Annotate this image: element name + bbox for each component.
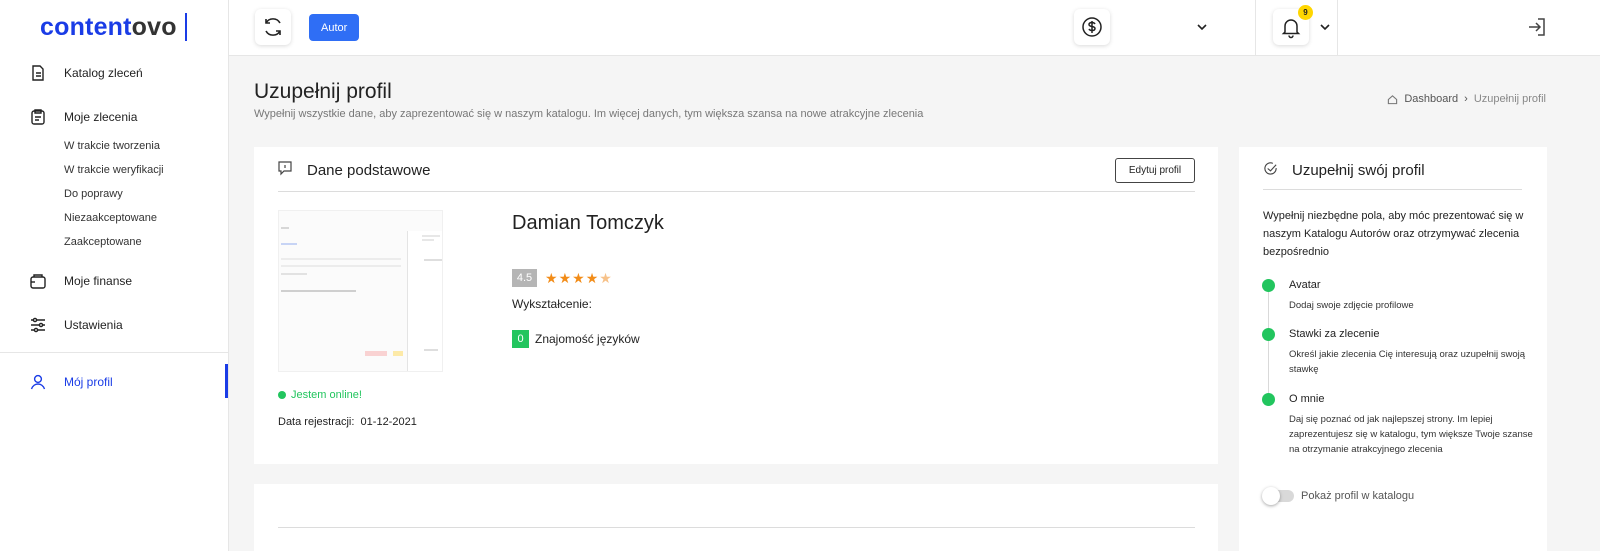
comment-icon [278,161,292,176]
logo[interactable]: content ovo [40,12,187,42]
topbar: Autor 9 [229,0,1600,56]
sidebar-item-ustawienia[interactable]: Ustawienia [0,313,229,337]
online-status-text: Jestem online! [291,389,362,401]
star-icon: ★ [558,270,573,286]
refresh-button[interactable] [255,9,291,45]
sidebar-item-label: Ustawienia [64,318,123,332]
show-in-catalog-label: Pokaż profil w katalogu [1301,490,1415,502]
breadcrumb-separator: › [1464,93,1468,105]
education-label: Wykształcenie: [512,297,592,311]
step-desc-rates: Określ jakie zlecenia Cię interesują ora… [1289,349,1526,375]
breadcrumb-current: Uzupełnij profil [1473,93,1546,105]
chevron-down-icon[interactable] [1319,22,1331,32]
rating-stars: ★★★★★ [545,270,613,287]
dollar-icon [1082,17,1102,37]
secondary-card [254,484,1218,551]
sidebar-subitem-niezaakceptowane[interactable]: Niezaakceptowane [64,212,157,224]
sidebar-subitem-w-trakcie-tworzenia[interactable]: W trakcie tworzenia [64,140,160,152]
topbar-separator [1255,0,1256,56]
online-status: Jestem online! [278,389,362,401]
sidebar-item-label: Moje finanse [64,274,133,288]
steps-timeline-line [1268,285,1269,400]
step-title-rates[interactable]: Stawki za zlecenie [1289,328,1380,340]
step-desc-about: Daj się poznać od jak najlepszej strony.… [1289,414,1533,455]
sidebar-item-label: Mój profil [64,375,113,389]
registration-label: Data rejestracji: [278,416,355,428]
sidebar-item-moje-finanse[interactable]: Moje finanse [0,269,229,293]
wallet-icon [30,274,46,289]
languages-count-badge: 0 [512,330,529,348]
finance-button[interactable] [1074,9,1110,45]
avatar[interactable] [278,210,443,372]
sidebar-item-label: Katalog zleceń [64,66,143,80]
sidebar-divider [0,352,228,353]
clipboard-icon [31,109,45,125]
step-title-avatar[interactable]: Avatar [1289,279,1321,291]
home-icon [1388,94,1398,104]
active-indicator [225,364,228,398]
edit-profile-button[interactable]: Edytuj profil [1115,158,1195,183]
breadcrumb: Dashboard › Uzupełnij profil [1387,93,1546,105]
step-status-dot-icon [1262,279,1275,292]
user-name: Damian Tomczyk [512,212,664,234]
role-badge[interactable]: Autor [309,14,360,41]
card-divider [278,191,1195,192]
logo-text-part2: ovo [131,12,177,41]
basic-info-title: Dane podstawowe [307,162,431,179]
star-icon: ★ [572,270,586,286]
star-half-icon: ★ [599,270,613,286]
sidebar-item-label: Moje zlecenia [64,110,138,124]
refresh-icon [265,18,281,36]
show-in-catalog-toggle[interactable] [1262,487,1294,505]
logo-bar [184,13,187,41]
card-divider [1263,189,1522,190]
star-icon: ★ [545,270,559,286]
notification-count-badge: 9 [1298,5,1313,20]
sidebar-item-katalog[interactable]: Katalog zleceń [0,61,229,85]
star-icon: ★ [585,270,600,286]
card-divider [278,527,1195,528]
registration-date: 01-12-2021 [360,416,417,428]
logout-icon[interactable] [1526,16,1548,38]
topbar-separator [1337,0,1338,56]
sidebar-item-moje-zlecenia[interactable]: Moje zlecenia [0,105,229,129]
chevron-down-icon[interactable] [1196,22,1208,32]
document-icon [32,65,44,81]
sidebar-subitem-do-poprawy[interactable]: Do poprawy [64,188,123,200]
step-title-about[interactable]: O mnie [1289,393,1324,405]
logo-text-part1: content [40,12,132,41]
registration-info: Data rejestracji: 01-12-2021 [278,416,417,428]
sliders-icon [31,317,45,333]
user-icon [30,374,46,390]
languages-label: Znajomość języków [535,332,640,346]
step-desc-avatar: Dodaj swoje zdjęcie profilowe [1289,300,1414,311]
page-subtitle: Wypełnij wszystkie dane, aby zaprezentow… [254,108,924,120]
breadcrumb-home[interactable]: Dashboard [1404,93,1458,105]
complete-profile-description: Wypełnij niezbędne pola, aby móc prezent… [1263,210,1524,258]
online-dot-icon [278,391,286,399]
sidebar: content ovo Katalog zleceń Moje zlecenia … [0,0,229,551]
page-title: Uzupełnij profil [254,80,392,103]
sidebar-item-moj-profil[interactable]: Mój profil [0,370,229,394]
step-status-dot-icon [1262,328,1275,341]
complete-profile-title: Uzupełnij swój profil [1292,162,1425,179]
toggle-knob [1262,487,1280,505]
rating-badge: 4.5 [512,269,537,287]
bell-icon [1281,19,1301,39]
step-status-dot-icon [1262,393,1275,406]
sidebar-subitem-zaakceptowane[interactable]: Zaakceptowane [64,236,142,248]
check-circle-icon [1264,162,1277,175]
sidebar-subitem-w-trakcie-weryfikacji[interactable]: W trakcie weryfikacji [64,164,164,176]
